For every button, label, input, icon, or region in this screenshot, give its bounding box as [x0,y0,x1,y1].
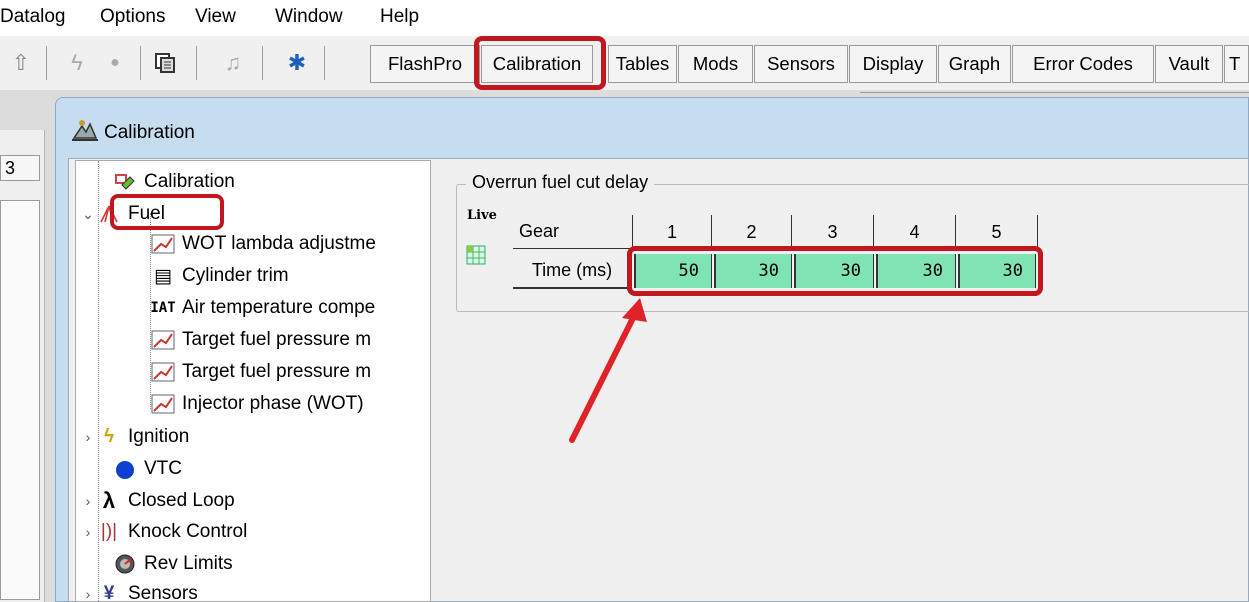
annotation-arrow [569,298,647,443]
